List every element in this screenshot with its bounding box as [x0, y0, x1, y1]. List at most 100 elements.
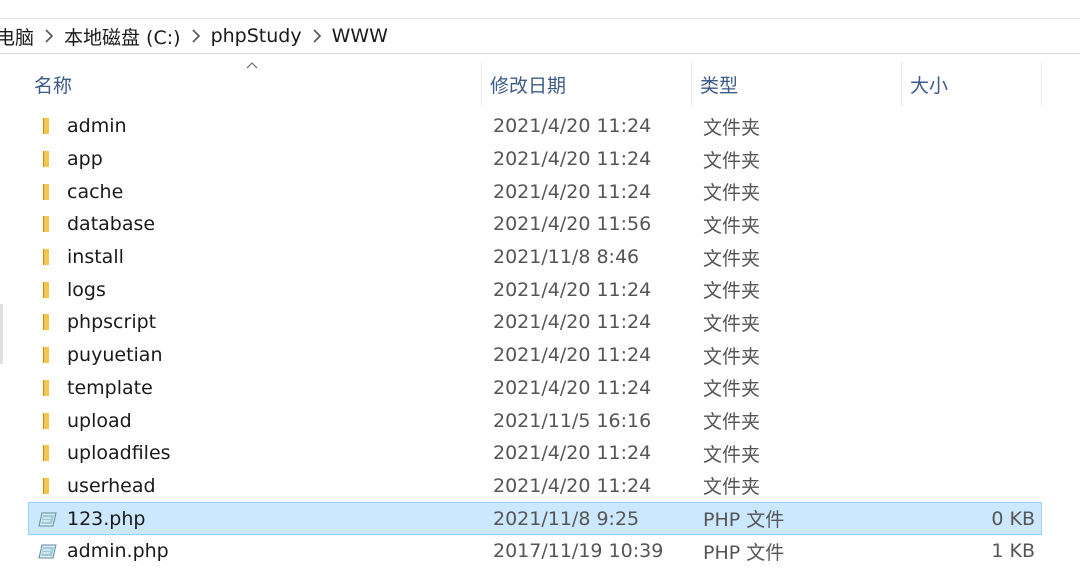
file-name-cell[interactable]: admin.php	[29, 539, 483, 563]
file-row[interactable]: phpscript 2021/4/20 11:24 文件夹	[28, 306, 1042, 339]
file-row[interactable]: app 2021/4/20 11:24 文件夹	[28, 143, 1042, 176]
file-name-cell[interactable]: puyuetian	[29, 343, 483, 367]
file-name-cell[interactable]: phpscript	[29, 310, 483, 334]
file-name: upload	[67, 409, 132, 432]
file-name: logs	[67, 278, 106, 301]
file-name-cell[interactable]: database	[29, 212, 483, 236]
column-header-row: 名称 修改日期 类型 大小	[28, 62, 1042, 106]
file-row[interactable]: uploadfiles 2021/4/20 11:24 文件夹	[28, 437, 1042, 470]
file-name: admin.php	[67, 540, 169, 563]
file-name-cell[interactable]: install	[29, 245, 483, 269]
file-row[interactable]: admin 2021/4/20 11:24 文件夹	[28, 110, 1042, 143]
file-name-cell[interactable]: admin	[29, 114, 483, 138]
folder-icon	[35, 409, 59, 433]
file-date: 2021/4/20 11:24	[493, 344, 652, 367]
file-name: app	[67, 148, 103, 171]
scroll-edge	[0, 304, 3, 364]
file-type: PHP 文件	[703, 541, 785, 564]
file-row[interactable]: cache 2021/4/20 11:24 文件夹	[28, 175, 1042, 208]
file-date: 2021/4/20 11:24	[493, 278, 652, 301]
file-row[interactable]: install 2021/11/8 8:46 文件夹	[28, 241, 1042, 274]
file-name-cell[interactable]: template	[29, 376, 483, 400]
folder-icon	[35, 245, 59, 269]
file-date: 2021/11/5 16:16	[493, 409, 652, 432]
file-row[interactable]: template 2021/4/20 11:24 文件夹	[28, 372, 1042, 405]
file-name: phpscript	[67, 311, 157, 334]
file-date: 2021/4/20 11:24	[493, 115, 652, 138]
file-row[interactable]: logs 2021/4/20 11:24 文件夹	[28, 273, 1042, 306]
file-row[interactable]: upload 2021/11/5 16:16 文件夹	[28, 404, 1042, 437]
file-type: 文件夹	[703, 345, 761, 368]
folder-icon	[35, 114, 59, 138]
file-list[interactable]: 名称 修改日期 类型 大小 admin 2021/4/20 11:24 文件夹 app…	[0, 54, 1080, 569]
file-name-cell[interactable]: app	[29, 147, 483, 171]
file-date: 2021/4/20 11:56	[493, 213, 652, 236]
file-date: 2021/4/20 11:24	[493, 376, 652, 399]
file-date: 2017/11/19 10:39	[493, 540, 664, 563]
file-size: 1 KB	[991, 540, 1035, 563]
file-type: 文件夹	[703, 247, 761, 270]
file-type: 文件夹	[703, 214, 761, 237]
breadcrumb-item-drive[interactable]: 本地磁盘 (C:)	[62, 23, 183, 50]
file-type: 文件夹	[703, 476, 761, 499]
file-type: PHP 文件	[703, 509, 785, 532]
file-row[interactable]: database 2021/4/20 11:56 文件夹	[28, 208, 1042, 241]
file-name: puyuetian	[67, 344, 163, 367]
folder-icon	[35, 474, 59, 498]
file-date: 2021/11/8 8:46	[493, 246, 640, 269]
breadcrumb-item-computer[interactable]: 电脑	[0, 23, 36, 50]
file-type: 文件夹	[703, 378, 761, 401]
file-type: 文件夹	[703, 280, 761, 303]
file-name: template	[67, 376, 153, 399]
file-date: 2021/4/20 11:24	[493, 442, 652, 465]
breadcrumb[interactable]: 电脑 本地磁盘 (C:) phpStudy WWW	[0, 19, 1080, 54]
file-name-cell[interactable]: userhead	[29, 474, 483, 498]
file-name: uploadfiles	[67, 442, 171, 465]
file-name: database	[67, 213, 156, 236]
file-name-cell[interactable]: logs	[29, 278, 483, 302]
file-name: 123.php	[67, 507, 146, 530]
column-header-type[interactable]: 类型	[692, 62, 902, 106]
php-file-icon	[35, 507, 59, 531]
file-name-cell[interactable]: uploadfiles	[29, 441, 483, 465]
file-name: cache	[67, 180, 124, 203]
php-file-icon	[35, 539, 59, 563]
folder-icon	[35, 147, 59, 171]
file-name: admin	[67, 115, 127, 138]
chevron-right-icon[interactable]	[36, 26, 62, 46]
file-row[interactable]: 123.php 2021/11/8 9:25 PHP 文件 0 KB	[28, 502, 1042, 535]
file-name: userhead	[67, 474, 156, 497]
file-name: install	[67, 246, 124, 269]
chevron-right-icon[interactable]	[304, 26, 330, 46]
chevron-right-icon[interactable]	[183, 26, 209, 46]
file-date: 2021/4/20 11:24	[493, 180, 652, 203]
breadcrumb-item-phpstudy[interactable]: phpStudy	[209, 25, 304, 47]
file-date: 2021/4/20 11:24	[493, 311, 652, 334]
folder-icon	[35, 310, 59, 334]
file-type: 文件夹	[703, 411, 761, 434]
folder-icon	[35, 376, 59, 400]
file-date: 2021/4/20 11:24	[493, 474, 652, 497]
file-type: 文件夹	[703, 312, 761, 335]
column-header-name[interactable]: 名称	[28, 62, 482, 106]
file-type: 文件夹	[703, 149, 761, 172]
file-rows: admin 2021/4/20 11:24 文件夹 app 2021/4/20 11:2…	[28, 110, 1042, 568]
file-date: 2021/4/20 11:24	[493, 148, 652, 171]
file-name-cell[interactable]: 123.php	[29, 507, 483, 531]
breadcrumb-item-www[interactable]: WWW	[330, 25, 390, 47]
folder-icon	[35, 180, 59, 204]
file-size: 0 KB	[991, 507, 1035, 530]
file-row[interactable]: admin.php 2017/11/19 10:39 PHP 文件 1 KB	[28, 535, 1042, 568]
column-header-size[interactable]: 大小	[902, 62, 1042, 106]
file-row[interactable]: userhead 2021/4/20 11:24 文件夹	[28, 470, 1042, 503]
file-row[interactable]: puyuetian 2021/4/20 11:24 文件夹	[28, 339, 1042, 372]
window-top-strip	[0, 0, 1080, 19]
file-type: 文件夹	[703, 182, 761, 205]
file-name-cell[interactable]: upload	[29, 409, 483, 433]
file-date: 2021/11/8 9:25	[493, 507, 640, 530]
file-name-cell[interactable]: cache	[29, 180, 483, 204]
file-type: 文件夹	[703, 443, 761, 466]
folder-icon	[35, 343, 59, 367]
column-header-date[interactable]: 修改日期	[482, 62, 692, 106]
folder-icon	[35, 441, 59, 465]
